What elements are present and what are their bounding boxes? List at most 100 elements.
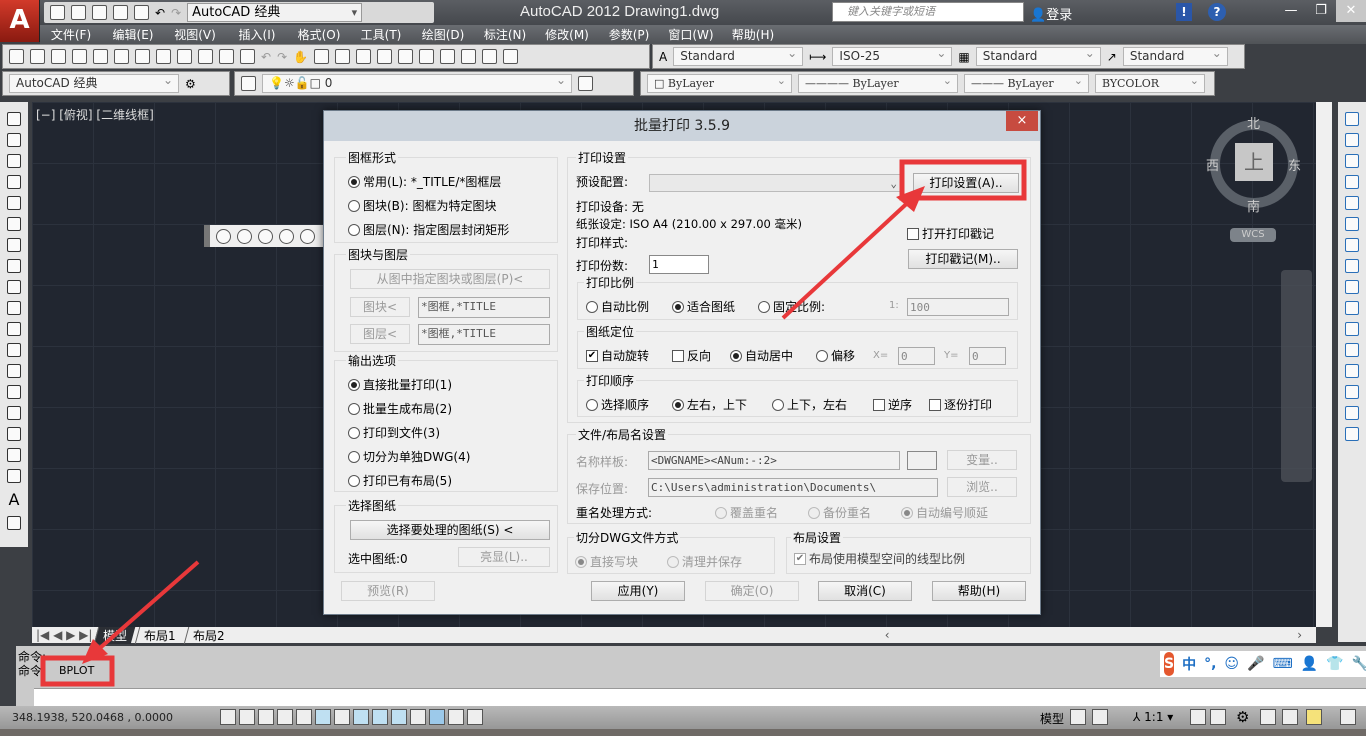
help-icon[interactable] [503,49,519,64]
skin-icon[interactable]: 👕 [1326,656,1343,672]
menu-tools[interactable]: 工具(T) [350,26,412,43]
join-icon[interactable] [1345,364,1359,378]
dim-style-select[interactable]: ISO-25 [832,45,953,66]
menu-format[interactable]: 格式(O) [288,26,350,43]
frame-option-layer[interactable]: 图层(N): 指定图层封闭矩形 [348,221,509,238]
cancel-button[interactable]: 取消(C) [818,581,912,601]
open-icon[interactable] [71,5,86,20]
redo-icon[interactable]: ↷ [277,50,287,64]
sogou-logo[interactable]: S [1164,652,1175,676]
menu-window[interactable]: 窗口(W) [660,26,722,43]
zoom-realtime-icon[interactable] [314,49,330,64]
help-icon[interactable]: ? [1208,3,1226,21]
ok-button[interactable]: 确定(O) [705,581,799,601]
output-option-existing-layout[interactable]: 打印已有布局(5) [348,472,452,489]
ellipse-icon[interactable] [7,301,21,315]
annotation-visibility-icon[interactable] [1190,709,1206,725]
copy-icon[interactable] [177,49,192,64]
horizontal-scrollbar[interactable]: ‹ › [885,628,1302,642]
info-icon[interactable]: ! [1176,3,1192,21]
undo-icon[interactable]: ↶ [155,6,165,20]
plot-stamp-button[interactable]: 打印戳记(M).. [908,249,1018,269]
layout-icon-2[interactable] [1092,709,1108,725]
explode-icon[interactable] [1345,427,1359,441]
ortho-icon[interactable] [277,709,293,725]
frame-option-block[interactable]: 图块(B): 图框为特定图块 [348,197,496,214]
layer-select[interactable]: 💡☼🔓□ 0 [262,72,572,93]
menu-parametric[interactable]: 参数(P) [598,26,660,43]
erase-icon[interactable] [1345,112,1359,126]
search-input[interactable]: 键入关键字或短语 [832,2,1024,22]
line-icon[interactable] [7,112,21,126]
redo-icon[interactable]: ↷ [171,6,181,20]
lineweight-select[interactable]: ——— ByLayer [964,72,1089,93]
dyn-icon[interactable] [391,709,407,725]
offset-icon[interactable] [1345,175,1359,189]
layer-name-field[interactable]: *图框,*TITLE [418,324,550,345]
undo-icon[interactable]: ↶ [261,50,271,64]
markup-icon[interactable] [461,49,477,64]
plot-style-select[interactable]: BYCOLOR [1095,72,1205,93]
polar-icon[interactable] [296,709,312,725]
text-icon[interactable]: A [9,490,20,509]
split-option-purge-save[interactable]: 清理并保存 [667,553,742,570]
3d-osnap-icon[interactable] [334,709,350,725]
block-name-field[interactable]: *图框,*TITLE [418,297,550,318]
apply-button[interactable]: 应用(Y) [591,581,685,601]
scale-option-fit[interactable]: 适合图纸 [672,298,735,315]
user-icon[interactable]: 👤 [1301,656,1318,672]
block-editor-icon[interactable] [240,49,255,64]
minimize-button[interactable]: — [1276,0,1306,22]
isolate-objects-icon[interactable] [1306,709,1322,725]
rename-option-backup[interactable]: 备份重名 [808,504,871,521]
workspace-select[interactable]: AutoCAD 经典 [9,72,179,93]
menu-dimension[interactable]: 标注(N) [474,26,536,43]
position-option-center[interactable]: 自动居中 [730,347,793,364]
gradient-icon[interactable] [7,427,21,441]
otrack-icon[interactable] [353,709,369,725]
position-option-offset[interactable]: 偏移 [816,347,855,364]
collate-checkbox[interactable]: 逐份打印 [929,396,992,413]
scale-option-auto[interactable]: 自动比例 [586,298,649,315]
zoom-out-icon[interactable] [279,228,294,244]
compass-south[interactable]: 南 [1247,196,1260,215]
y-offset-input[interactable]: 0 [969,347,1006,365]
zoom-previous-icon[interactable] [356,49,372,64]
paste-icon[interactable] [198,49,213,64]
workspace-select[interactable]: AutoCAD 经典 [187,3,363,22]
reverse-order-checkbox[interactable]: 逆序 [873,396,912,413]
region-icon[interactable] [7,448,21,462]
construction-line-icon[interactable] [7,133,21,147]
separator-input[interactable] [907,451,937,470]
frame-option-common[interactable]: 常用(L): *_TITLE/*图框层 [348,173,501,190]
variables-button[interactable]: 变量.. [947,450,1017,470]
menu-help[interactable]: 帮助(H) [722,26,784,43]
chamfer-icon[interactable] [1345,385,1359,399]
add-selected-icon[interactable] [7,516,21,530]
mirror-icon[interactable] [1345,154,1359,168]
polyline-icon[interactable] [7,154,21,168]
extend-icon[interactable] [1345,322,1359,336]
grid-icon[interactable] [258,709,274,725]
select-sheets-button[interactable]: 选择要处理的图纸(S) < [350,520,550,540]
revision-cloud-icon[interactable] [7,259,21,273]
save-icon[interactable] [92,5,107,20]
zoom-in-icon[interactable] [258,228,273,244]
output-option-split-dwg[interactable]: 切分为单独DWG(4) [348,448,470,465]
scale-option-fixed[interactable]: 固定比例: [758,298,825,315]
zoom-window-icon[interactable] [216,228,231,244]
point-icon[interactable] [7,385,21,399]
color-select[interactable]: □ ByLayer [647,72,792,93]
tab-layout2[interactable]: 布局2 [183,626,234,644]
hatch-icon[interactable] [7,406,21,420]
menu-modify[interactable]: 修改(M) [536,26,598,43]
tool-palettes-icon[interactable] [419,49,435,64]
save-as-icon[interactable] [113,5,128,20]
cut-icon[interactable] [156,49,171,64]
ratio-input[interactable]: 100 [907,298,1009,316]
break-icon[interactable] [1345,343,1359,357]
text-style-select[interactable]: Standard [673,45,804,66]
workspace-switch-icon[interactable]: ⚙ [1236,708,1249,726]
application-menu-button[interactable]: A [0,0,40,42]
browse-button[interactable]: 浏览.. [947,477,1017,497]
